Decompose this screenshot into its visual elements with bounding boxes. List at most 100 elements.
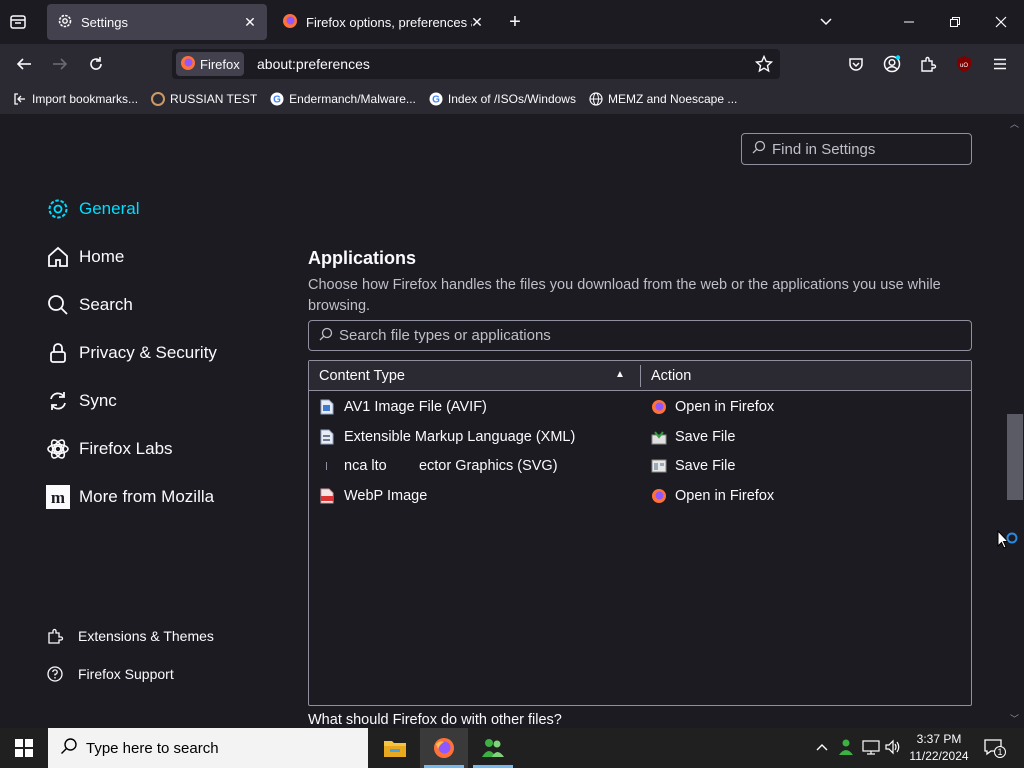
file-icon	[319, 398, 335, 416]
volume-icon[interactable]	[884, 739, 902, 760]
new-tab-icon[interactable]: +	[504, 11, 526, 33]
search-icon	[46, 293, 70, 317]
tab-firefox-options[interactable]: Firefox options, preferences and ✕	[272, 4, 490, 40]
sidebar-item-label: Firefox Labs	[79, 439, 173, 458]
search-icon	[60, 737, 86, 759]
firefox-support-link[interactable]: Firefox Support	[46, 665, 174, 683]
bookmark-russian-test[interactable]: RUSSIAN TEST	[150, 91, 257, 107]
applications-table: Content Type ▲ Action AV1 Image File (AV…	[308, 360, 972, 706]
extensions-puzzle-icon[interactable]	[914, 50, 942, 78]
firefox-icon	[282, 13, 298, 32]
sync-icon	[46, 389, 70, 413]
extensions-themes-link[interactable]: Extensions & Themes	[46, 627, 214, 645]
sort-ascending-icon[interactable]: ▲	[615, 369, 625, 380]
chevron-down-icon[interactable]	[803, 0, 849, 44]
bookmark-isos[interactable]: G Index of /ISOs/Windows	[428, 91, 576, 107]
firefox-icon	[651, 398, 667, 416]
sidebar-item-search[interactable]: Search	[46, 293, 133, 317]
restore-icon[interactable]	[932, 0, 978, 44]
column-header-content-type[interactable]: Content Type	[319, 368, 405, 384]
action-label[interactable]: Open in Firefox	[675, 399, 774, 415]
bookmark-label: Endermanch/Malware...	[289, 92, 416, 106]
windows-start-icon[interactable]	[0, 728, 48, 768]
chevron-up-icon[interactable]	[815, 740, 829, 757]
tab-settings[interactable]: Settings ✕	[47, 4, 267, 40]
tab-list-icon[interactable]	[8, 12, 30, 32]
content-type-label: nca lto ector Graphics (SVG)	[344, 458, 558, 474]
system-clock[interactable]: 3:37 PM 11/22/2024	[906, 731, 972, 765]
menu-hamburger-icon[interactable]	[986, 50, 1014, 78]
account-icon[interactable]	[878, 50, 906, 78]
svg-text:G: G	[432, 95, 440, 106]
sidebar-item-general[interactable]: General	[46, 197, 139, 221]
url-bar[interactable]: Firefox about:preferences	[172, 49, 780, 79]
notification-count-badge: 1	[994, 746, 1006, 758]
sidebar-item-label: Sync	[79, 391, 117, 410]
scrollbar[interactable]: ︿ ﹀	[1006, 114, 1024, 728]
table-row[interactable]: AV1 Image File (AVIF) Open in Firefox	[309, 392, 971, 422]
sidebar-item-label: General	[79, 199, 140, 218]
back-arrow-icon[interactable]	[10, 50, 38, 78]
bookmark-endermanch[interactable]: G Endermanch/Malware...	[269, 91, 416, 107]
action-label[interactable]: Save File	[675, 429, 735, 445]
sidebar-item-label: Home	[79, 247, 125, 266]
bookmark-label: RUSSIAN TEST	[170, 92, 258, 106]
mozilla-icon: m	[46, 485, 70, 509]
forward-arrow-icon[interactable]	[46, 50, 74, 78]
bookmark-memz[interactable]: MEMZ and Noescape ...	[588, 91, 737, 107]
close-tab-icon[interactable]: ✕	[241, 13, 259, 31]
scroll-down-icon[interactable]: ﹀	[1010, 712, 1019, 725]
svg-text:G: G	[273, 95, 281, 106]
ublock-origin-icon[interactable]: uO	[950, 50, 978, 78]
sidebar-item-home[interactable]: Home	[46, 245, 124, 269]
close-window-icon[interactable]	[978, 0, 1024, 44]
people-app-icon[interactable]	[469, 728, 517, 768]
table-row[interactable]: WebP Image Open in Firefox	[309, 481, 971, 511]
content-type-label: WebP Image	[344, 488, 428, 504]
footer-link-label: Extensions & Themes	[78, 628, 214, 644]
firefox-icon	[180, 55, 196, 74]
content-type-label: AV1 Image File (AVIF)	[344, 399, 487, 415]
action-label[interactable]: Save File	[675, 458, 735, 474]
sidebar-item-firefox-labs[interactable]: Firefox Labs	[46, 437, 173, 461]
search-icon	[752, 140, 772, 158]
notification-center-icon[interactable]: 1	[983, 738, 1006, 758]
table-row[interactable]: nca lto ector Graphics (SVG) Save File	[309, 451, 971, 481]
sidebar-item-sync[interactable]: Sync	[46, 389, 117, 413]
busy-cursor-icon	[997, 529, 1021, 557]
network-icon[interactable]	[862, 739, 880, 760]
filter-file-types-input[interactable]: Search file types or applications	[308, 320, 972, 351]
minimize-icon[interactable]	[886, 0, 932, 44]
identity-box[interactable]: Firefox	[176, 52, 244, 76]
footer-link-label: Firefox Support	[78, 666, 174, 682]
find-in-settings-input[interactable]: Find in Settings	[741, 133, 972, 165]
column-header-action[interactable]: Action	[651, 368, 691, 384]
url-text[interactable]: about:preferences	[257, 56, 370, 72]
column-divider	[640, 365, 641, 387]
scroll-thumb[interactable]	[1007, 414, 1023, 500]
bookmarks-toolbar: Import bookmarks... RUSSIAN TEST G Ender…	[0, 84, 1024, 114]
action-label[interactable]: Open in Firefox	[675, 488, 774, 504]
sidebar-item-more-from-mozilla[interactable]: m More from Mozilla	[46, 485, 214, 509]
bookmark-star-icon[interactable]	[754, 54, 774, 78]
people-tray-icon[interactable]	[838, 738, 856, 761]
taskbar-search-box[interactable]: Type here to search	[48, 728, 368, 768]
save-file-icon	[651, 428, 667, 446]
bookmark-label: Index of /ISOs/Windows	[447, 92, 576, 106]
table-row[interactable]: Extensible Markup Language (XML) Save Fi…	[309, 422, 971, 452]
search-icon	[319, 327, 339, 345]
file-explorer-icon[interactable]	[371, 728, 419, 768]
windows-taskbar: Type here to search 3:37 PM 11/22/2024 1	[0, 728, 1024, 768]
firefox-taskbar-icon[interactable]	[420, 728, 468, 768]
sidebar-item-label: Search	[79, 295, 133, 314]
web-icon	[150, 91, 166, 107]
gear-icon	[46, 197, 70, 221]
bookmark-import[interactable]: Import bookmarks...	[12, 91, 138, 107]
gear-icon	[57, 13, 73, 32]
close-tab-icon[interactable]: ✕	[468, 13, 486, 31]
scroll-up-icon[interactable]: ︿	[1010, 117, 1019, 130]
sidebar-item-label: Privacy & Security	[79, 343, 217, 362]
reload-icon[interactable]	[82, 50, 110, 78]
pocket-icon[interactable]	[842, 50, 870, 78]
sidebar-item-privacy[interactable]: Privacy & Security	[46, 341, 217, 365]
